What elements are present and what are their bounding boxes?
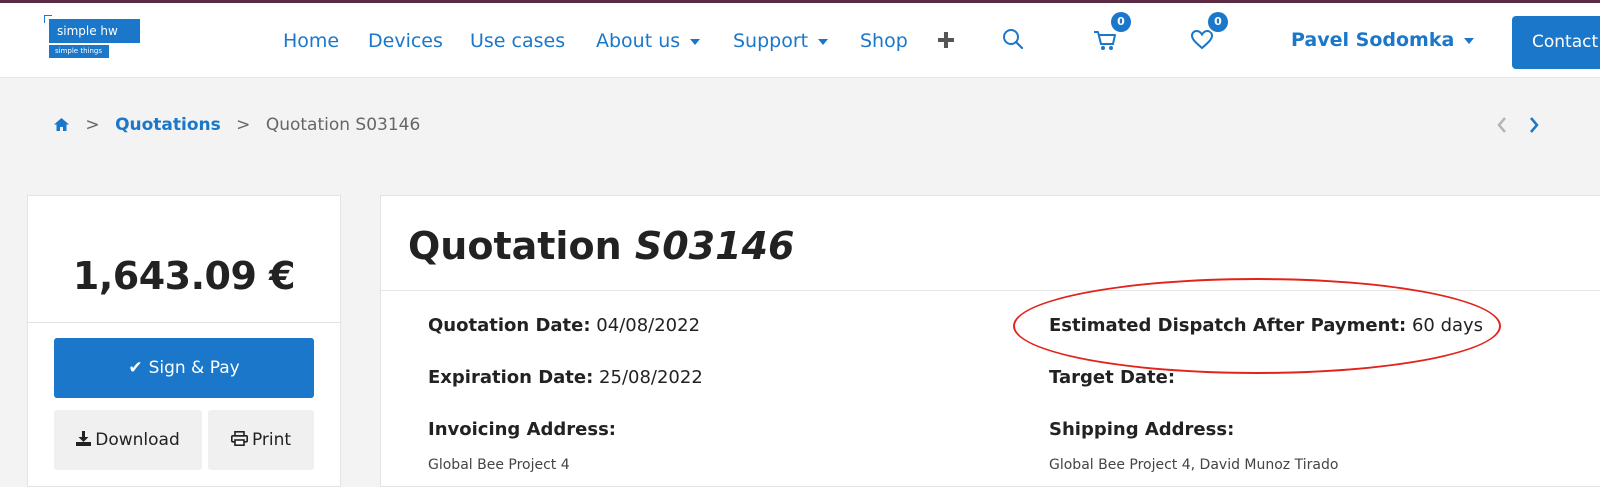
divider: [381, 290, 1600, 291]
invoicing-address-label: Invoicing Address:: [428, 419, 616, 440]
title-prefix: Quotation: [408, 224, 622, 268]
printer-icon: [230, 411, 248, 471]
nav-support[interactable]: Support: [733, 29, 829, 53]
nav-devices[interactable]: Devices: [368, 29, 443, 53]
shipping-address-field: Shipping Address:: [1049, 418, 1234, 442]
quotation-detail-card: Quotation S03146 Quotation Date: 04/08/2…: [380, 195, 1600, 487]
quotation-summary-card: 1,643.09 € ✔ Sign & Pay Download Print: [27, 195, 341, 487]
expiration-date-field: Expiration Date: 25/08/2022: [428, 366, 703, 390]
chevron-right-icon[interactable]: [1528, 116, 1540, 138]
divider: [28, 322, 340, 323]
dispatch-value: 60 days: [1411, 315, 1484, 336]
home-icon[interactable]: [53, 115, 70, 139]
print-label: Print: [251, 430, 292, 450]
breadcrumb-separator: >: [85, 115, 100, 135]
plus-icon[interactable]: [937, 31, 955, 53]
top-navbar: simple hw simple things Home Devices Use…: [0, 3, 1600, 78]
breadcrumb: > Quotations > Quotation S03146: [53, 113, 420, 137]
logo-title: simple hw: [49, 19, 140, 43]
breadcrumb-quotations[interactable]: Quotations: [115, 115, 221, 135]
sign-pay-button[interactable]: ✔ Sign & Pay: [54, 338, 314, 398]
target-date-label: Target Date:: [1049, 367, 1176, 388]
contact-button[interactable]: Contact: [1512, 16, 1600, 69]
nav-about-us[interactable]: About us: [596, 29, 701, 53]
site-logo[interactable]: simple hw simple things: [44, 15, 144, 65]
quotation-date-field: Quotation Date: 04/08/2022: [428, 314, 700, 338]
breadcrumb-current: Quotation S03146: [265, 115, 421, 135]
download-icon: [76, 411, 92, 471]
total-amount: 1,643.09 €: [72, 254, 296, 298]
chevron-down-icon: [1464, 37, 1475, 44]
sign-pay-label: Sign & Pay: [148, 358, 240, 378]
quotation-number: S03146: [634, 224, 795, 268]
dispatch-field: Estimated Dispatch After Payment: 60 day…: [1049, 314, 1483, 338]
print-button[interactable]: Print: [208, 410, 314, 470]
download-label: Download: [95, 430, 180, 450]
expiration-date-label: Expiration Date:: [428, 367, 594, 388]
target-date-field: Target Date:: [1049, 366, 1175, 390]
dispatch-label: Estimated Dispatch After Payment:: [1049, 315, 1407, 336]
chevron-down-icon: [690, 38, 701, 45]
nav-support-label: Support: [733, 30, 809, 52]
logo-subtitle: simple things: [49, 45, 109, 58]
expiration-date-value: 25/08/2022: [599, 367, 703, 388]
cart-count-badge: 0: [1111, 12, 1131, 32]
breadcrumb-separator: >: [236, 115, 251, 135]
nav-about-us-label: About us: [596, 30, 681, 52]
chevron-left-icon[interactable]: [1496, 116, 1508, 138]
check-icon: ✔: [128, 358, 143, 378]
cart-icon[interactable]: [1093, 30, 1117, 56]
page-title: Quotation S03146: [408, 224, 794, 268]
invoicing-address-field: Invoicing Address:: [428, 418, 616, 442]
nav-use-cases[interactable]: Use cases: [470, 29, 565, 53]
shipping-address-label: Shipping Address:: [1049, 419, 1235, 440]
nav-home[interactable]: Home: [283, 29, 339, 53]
wishlist-count-badge: 0: [1208, 12, 1228, 32]
quotation-date-value: 04/08/2022: [596, 315, 701, 336]
search-icon[interactable]: [1002, 28, 1024, 54]
heart-icon[interactable]: [1190, 29, 1214, 54]
nav-shop[interactable]: Shop: [860, 29, 908, 53]
quotation-date-label: Quotation Date:: [428, 315, 591, 336]
chevron-down-icon: [818, 38, 829, 45]
user-name: Pavel Sodomka: [1291, 29, 1455, 51]
download-button[interactable]: Download: [54, 410, 202, 470]
user-menu[interactable]: Pavel Sodomka: [1291, 29, 1475, 51]
